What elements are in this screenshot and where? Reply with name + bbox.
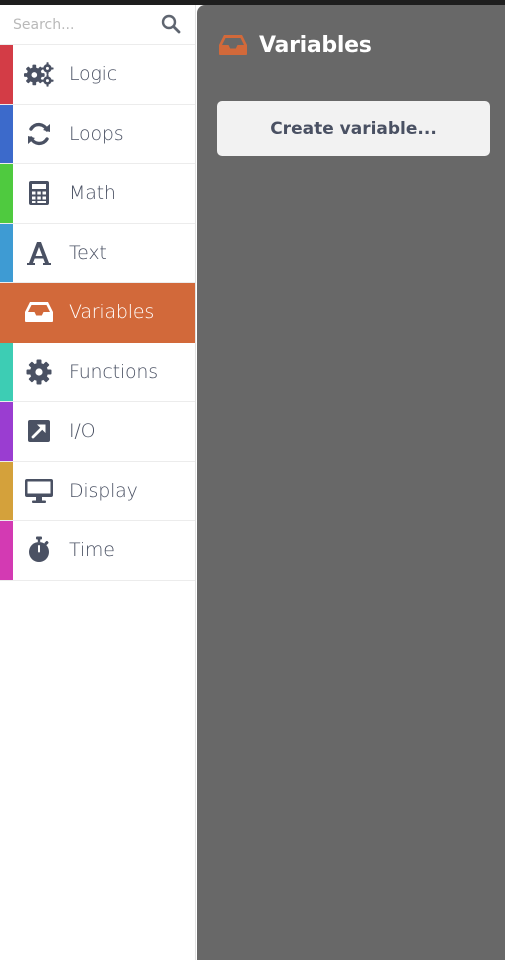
- category-label: Logic: [69, 63, 118, 86]
- category-functions[interactable]: Functions: [0, 342, 195, 402]
- search-icon[interactable]: [161, 14, 181, 34]
- category-color-stripe: [0, 342, 13, 401]
- category-label: Loops: [69, 122, 124, 145]
- category-label: I/O: [69, 420, 96, 443]
- search-bar: [0, 5, 196, 45]
- category-color-stripe: [0, 104, 13, 163]
- category-color-stripe: [0, 283, 13, 342]
- category-label: Text: [69, 241, 107, 264]
- category-loops[interactable]: Loops: [0, 104, 195, 164]
- gear-icon: [24, 357, 54, 387]
- gears-icon: [24, 59, 54, 89]
- calculator-icon: [24, 178, 54, 208]
- category-color-stripe: [0, 223, 13, 282]
- category-logic[interactable]: Logic: [0, 45, 195, 105]
- font-icon: [24, 238, 54, 268]
- category-color-stripe: [0, 45, 13, 104]
- category-color-stripe: [0, 461, 13, 520]
- category-display[interactable]: Display: [0, 461, 195, 521]
- inbox-icon: [24, 297, 54, 327]
- category-label: Display: [69, 479, 138, 502]
- flyout-title: Variables: [259, 32, 372, 58]
- toolbox-sidebar: Logic Loops: [0, 5, 196, 960]
- category-label: Functions: [69, 360, 158, 383]
- stopwatch-icon: [24, 535, 54, 565]
- category-label: Time: [69, 539, 115, 562]
- category-time[interactable]: Time: [0, 521, 195, 581]
- category-color-stripe: [0, 521, 13, 580]
- category-label: Variables: [69, 301, 155, 324]
- category-color-stripe: [0, 402, 13, 461]
- category-color-stripe: [0, 164, 13, 223]
- external-link-icon: [24, 416, 54, 446]
- variables-flyout: Variables Create variable...: [197, 5, 505, 960]
- category-io[interactable]: I/O: [0, 402, 195, 462]
- category-variables[interactable]: Variables: [0, 283, 195, 343]
- inbox-icon: [219, 35, 247, 55]
- flyout-header: Variables: [217, 29, 372, 61]
- desktop-icon: [24, 476, 54, 506]
- category-math[interactable]: Math: [0, 164, 195, 224]
- refresh-icon: [24, 119, 54, 149]
- category-label: Math: [69, 182, 116, 205]
- create-variable-button[interactable]: Create variable...: [217, 101, 490, 156]
- category-text[interactable]: Text: [0, 223, 195, 283]
